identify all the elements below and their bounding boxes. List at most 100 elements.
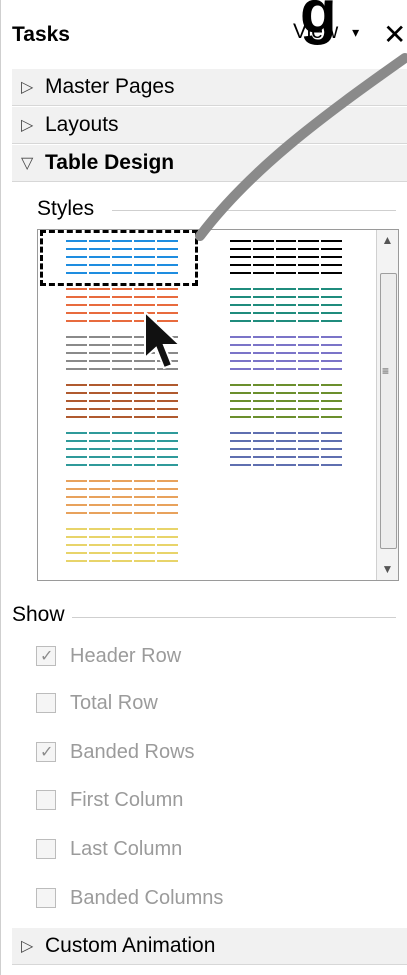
style-tile[interactable] [230,432,342,476]
style-tile-cell [321,296,342,298]
style-tile-row [230,360,342,365]
style-tile-cell [88,400,110,402]
section-table-design[interactable]: ▽ Table Design [12,144,407,182]
style-tile-cell [298,240,320,242]
checkbox-total-row[interactable]: Total Row [36,689,158,717]
collapsed-triangle-icon: ▷ [21,79,34,96]
style-tile-cell [66,440,87,442]
style-tile-cell [134,464,156,466]
style-tile-cell [88,408,110,410]
style-tile-cell [298,392,320,394]
checkbox-icon[interactable] [36,888,56,908]
style-tile-cell [321,464,342,466]
style-tile-cell [111,416,133,418]
table-style-gallery[interactable]: ▲ ≡ ▼ [37,229,399,581]
style-tile-row [230,296,342,301]
style-tile-cell [134,336,156,338]
style-tile[interactable] [230,288,342,332]
style-tile-row [230,264,342,269]
style-tile-cell [275,464,297,466]
close-icon[interactable]: ✕ [383,18,406,51]
style-tile-cell [275,392,297,394]
style-tile-cell [134,496,156,498]
style-tile-row [66,456,178,461]
scroll-down-arrow-icon[interactable]: ▼ [377,559,398,580]
style-tile-cell [157,360,178,362]
style-tile-row [66,448,178,453]
style-tile-cell [111,480,133,482]
style-tile-cell [88,432,110,434]
style-tile-cell [230,392,251,394]
style-tile-cell [134,488,156,490]
style-tile-cell [321,352,342,354]
style-tile-cell [321,256,342,258]
style-tile-row [230,400,342,405]
style-tile-cell [298,344,320,346]
style-tile-cell [111,496,133,498]
style-tile-cell [230,264,251,266]
style-tile[interactable] [230,336,342,380]
checkbox-icon[interactable] [36,839,56,859]
style-tile-cell [88,416,110,418]
style-tile[interactable] [66,384,178,428]
style-tile-cell [157,320,178,322]
checkbox-last-column[interactable]: Last Column [36,835,182,863]
style-tile-row [66,528,178,533]
style-tile-cell [230,320,251,322]
style-tile[interactable] [66,528,178,572]
scroll-up-arrow-icon[interactable]: ▲ [377,230,398,251]
style-tile-cell [134,288,156,290]
style-tile-cell [321,312,342,314]
style-tile-cell [321,432,342,434]
style-tile[interactable] [230,240,342,284]
style-tile-row [66,560,178,565]
gallery-scrollbar[interactable]: ▲ ≡ ▼ [376,230,398,580]
style-tile-cell [134,448,156,450]
style-tile-cell [275,368,297,370]
scroll-thumb[interactable] [380,273,397,549]
style-tile-cell [230,400,251,402]
style-tile[interactable] [230,384,342,428]
style-tile[interactable] [66,480,178,524]
styles-group-label: Styles [37,197,95,220]
checkbox-icon[interactable] [36,742,56,762]
style-tile-cell [230,248,251,250]
checkbox-icon[interactable] [36,693,56,713]
style-tile-row [66,440,178,445]
section-master-pages[interactable]: ▷ Master Pages [12,68,407,106]
style-tile-cell [321,400,342,402]
style-tile-cell [88,536,110,538]
checkbox-banded-rows[interactable]: Banded Rows [36,738,195,766]
view-menu-button[interactable]: View ▾ [293,20,359,44]
checkbox-first-column[interactable]: First Column [36,786,183,814]
style-tile[interactable] [66,432,178,476]
style-tile[interactable] [66,336,178,380]
style-tile-cell [66,464,87,466]
checkbox-icon[interactable] [36,790,56,810]
style-tile-row [230,288,342,293]
style-tile-cell [252,312,274,314]
section-label: Custom Animation [45,934,216,957]
checkbox-banded-columns[interactable]: Banded Columns [36,884,223,912]
style-tile-cell [66,528,87,530]
section-custom-animation[interactable]: ▷ Custom Animation [12,927,407,965]
style-tile-cell [252,320,274,322]
style-tile[interactable] [66,288,178,332]
style-tile-cell [298,408,320,410]
style-tile-cell [252,256,274,258]
style-tile-cell [66,352,87,354]
style-tile-cell [230,448,251,450]
style-tile-cell [66,304,87,306]
style-tile-row [66,368,178,373]
checkbox-icon[interactable] [36,646,56,666]
style-tile-cell [88,336,110,338]
checkbox-header-row[interactable]: Header Row [36,642,181,670]
style-tile-cell [157,536,178,538]
style-tile-cell [157,296,178,298]
style-tile-cell [275,352,297,354]
section-layouts[interactable]: ▷ Layouts [12,106,407,144]
style-tile-cell [275,432,297,434]
style-tile-cell [134,296,156,298]
style-tile-cell [134,416,156,418]
style-tile-cell [252,264,274,266]
